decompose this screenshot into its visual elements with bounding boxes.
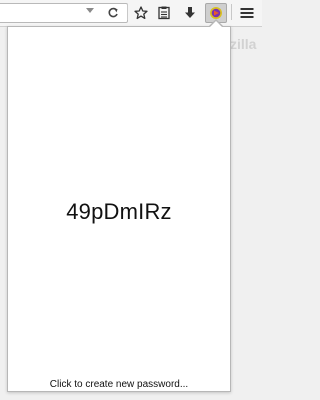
reading-list-icon[interactable] bbox=[155, 4, 173, 22]
dropmarker-icon[interactable] bbox=[86, 8, 94, 13]
password-extension-icon bbox=[210, 7, 222, 19]
toolbar-separator bbox=[127, 4, 128, 20]
reload-icon[interactable] bbox=[104, 4, 122, 22]
page-right-strip bbox=[233, 27, 262, 400]
bookmark-star-icon[interactable] bbox=[132, 4, 150, 22]
popup-arrow-fill bbox=[210, 21, 222, 27]
generated-password: 49pDmIRz bbox=[66, 199, 172, 224]
download-icon[interactable] bbox=[181, 4, 199, 22]
create-new-password-link[interactable]: Click to create new password... bbox=[8, 379, 230, 390]
page-background-text: zilla bbox=[230, 36, 257, 52]
password-popup: 49pDmIRz Click to create new password... bbox=[7, 26, 231, 392]
hamburger-menu-icon[interactable] bbox=[238, 4, 256, 22]
toolbar-separator bbox=[231, 4, 232, 20]
